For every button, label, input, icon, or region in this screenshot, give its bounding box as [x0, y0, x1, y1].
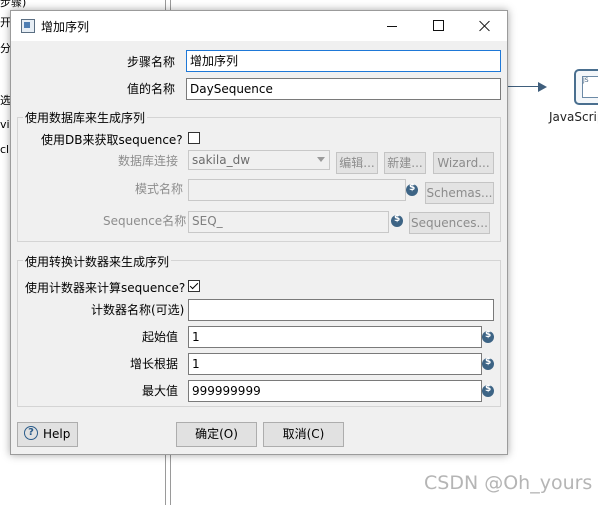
- hop-arrowhead: [538, 82, 547, 92]
- schema-input[interactable]: [188, 179, 406, 201]
- javascript-step-label: JavaScript: [549, 110, 598, 124]
- background-left-panel: 步骤) 开始 分区字段 选择s vice cl: [0, 0, 44, 160]
- maximize-icon: [433, 20, 444, 31]
- wizard-button[interactable]: Wizard...: [433, 152, 494, 174]
- edit-connection-button[interactable]: 编辑...: [336, 152, 378, 174]
- background-divider: [165, 452, 166, 505]
- close-button[interactable]: [461, 11, 507, 41]
- counter-name-label: 计数器名称(可选): [91, 303, 185, 317]
- title-bar[interactable]: 增加序列: [11, 11, 507, 41]
- add-sequence-dialog: 增加序列 步骤名称 增加序列 值的名称 DaySequence 使用数据库来生成…: [10, 10, 508, 455]
- minimize-icon: [387, 26, 397, 27]
- counter-group-title: 使用转换计数器来生成序列: [23, 253, 172, 270]
- close-icon: [478, 17, 492, 35]
- connection-select-value: sakila_dw: [192, 153, 251, 167]
- increment-label: 增长根据: [130, 357, 179, 371]
- ok-button[interactable]: 确定(O): [176, 422, 257, 447]
- use-db-label: 使用DB来获取sequence?: [41, 133, 183, 147]
- schemas-button[interactable]: Schemas...: [425, 182, 494, 204]
- step-name-label: 步骤名称: [127, 55, 176, 69]
- use-counter-label: 使用计数器来计算sequence?: [25, 281, 186, 295]
- new-connection-button[interactable]: 新建...: [384, 152, 426, 174]
- script-icon: JS: [582, 76, 598, 98]
- start-value-label: 起始值: [142, 330, 179, 344]
- start-value-input[interactable]: 1: [188, 326, 482, 348]
- help-button-label: Help: [43, 427, 71, 441]
- javascript-step-icon[interactable]: JS: [574, 69, 598, 105]
- variable-icon: [482, 330, 494, 343]
- variable-icon: [482, 384, 494, 397]
- sequence-name-input[interactable]: SEQ_: [188, 211, 389, 233]
- connection-label: 数据库连接: [118, 154, 179, 168]
- step-name-input[interactable]: 增加序列: [186, 50, 501, 72]
- variable-icon: [482, 357, 494, 370]
- sequence-name-label: Sequence名称: [103, 214, 187, 228]
- variable-icon: [391, 214, 403, 227]
- schema-label: 模式名称: [135, 182, 184, 196]
- cancel-button[interactable]: 取消(C): [263, 422, 344, 447]
- help-icon: ?: [24, 426, 38, 440]
- watermark: CSDN @Oh_yours: [424, 472, 593, 494]
- app-icon: [21, 19, 35, 33]
- hop-arrow: [506, 86, 542, 87]
- minimize-button[interactable]: [369, 11, 415, 41]
- chevron-down-icon: [317, 157, 325, 162]
- help-button[interactable]: ? Help: [17, 422, 78, 447]
- value-name-label: 值的名称: [127, 82, 176, 96]
- use-db-checkbox[interactable]: [188, 132, 200, 144]
- connection-select[interactable]: sakila_dw: [188, 150, 330, 170]
- maximize-button[interactable]: [415, 11, 461, 41]
- counter-name-input[interactable]: [188, 299, 494, 321]
- value-name-input[interactable]: DaySequence: [186, 78, 501, 100]
- database-group-title: 使用数据库来生成序列: [23, 109, 148, 126]
- background-divider: [170, 452, 171, 505]
- increment-input[interactable]: 1: [188, 353, 482, 375]
- background-fragment: cl: [0, 143, 10, 156]
- dialog-title: 增加序列: [41, 20, 90, 34]
- variable-icon: [406, 183, 418, 196]
- background-fragment: 步骤): [0, 0, 27, 9]
- max-value-input[interactable]: 999999999: [188, 380, 482, 402]
- use-counter-checkbox[interactable]: [188, 280, 200, 292]
- max-value-label: 最大值: [142, 384, 179, 398]
- sequences-button[interactable]: Sequences...: [409, 212, 490, 234]
